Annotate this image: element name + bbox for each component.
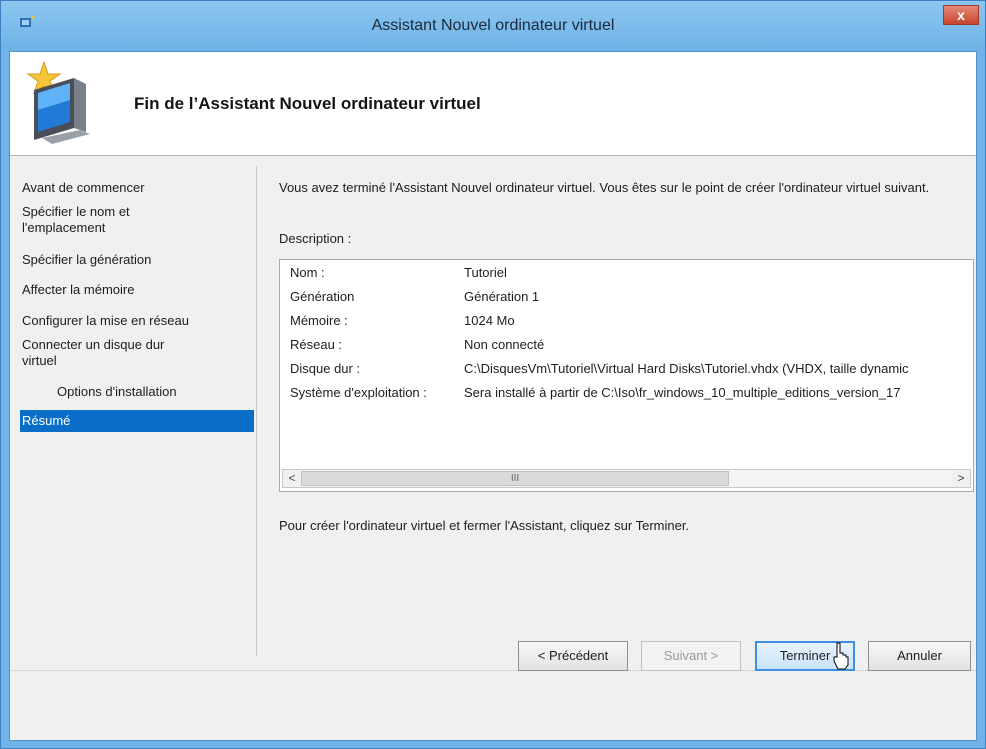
next-button[interactable]: Suivant > [641, 641, 741, 671]
summary-list[interactable]: Nom : Tutoriel Génération Génération 1 M… [279, 259, 974, 492]
summary-value: Génération 1 [464, 289, 540, 304]
summary-value: C:\DisquesVm\Tutoriel\Virtual Hard Disks… [464, 361, 909, 376]
step-resume[interactable]: Résumé [20, 410, 254, 432]
summary-key: Mémoire : [290, 313, 348, 328]
new-virtual-machine-icon [26, 60, 90, 144]
step-memoire[interactable]: Affecter la mémoire [22, 282, 254, 298]
wizard-body: Fin de l’Assistant Nouvel ordinateur vir… [9, 51, 977, 741]
finish-note: Pour créer l'ordinateur virtuel et ferme… [279, 518, 690, 533]
summary-key: Génération [290, 289, 355, 304]
summary-value: Sera installé à partir de C:\Iso\fr_wind… [464, 385, 901, 400]
intro-text: Vous avez terminé l'Assistant Nouvel ord… [279, 180, 930, 195]
chevron-left-icon: < [288, 471, 296, 485]
step-disque-dur[interactable]: Connecter un disque dur virtuel [22, 337, 254, 369]
window-title: Assistant Nouvel ordinateur virtuel [371, 17, 615, 34]
summary-value: 1024 Mo [464, 313, 515, 328]
mouse-pointer-icon [833, 642, 849, 670]
close-button[interactable]: x [943, 5, 979, 25]
description-label: Description : [279, 231, 352, 246]
summary-value: Non connecté [464, 337, 545, 352]
step-generation[interactable]: Spécifier la génération [22, 252, 254, 268]
page-title: Fin de l’Assistant Nouvel ordinateur vir… [134, 94, 481, 113]
step-options-installation[interactable]: Options d'installation [57, 384, 289, 400]
summary-key: Système d'exploitation : [290, 385, 427, 400]
scroll-left-button[interactable]: < [283, 470, 301, 487]
step-reseau[interactable]: Configurer la mise en réseau [22, 313, 254, 329]
summary-value: Tutoriel [464, 265, 507, 280]
chevron-right-icon: > [957, 471, 965, 485]
wizard-steps: Avant de commencer Spécifier le nom et l… [10, 156, 256, 679]
summary-key: Nom : [290, 265, 325, 280]
grip-icon: III [510, 473, 520, 484]
scroll-right-button[interactable]: > [952, 470, 970, 487]
step-avant-de-commencer[interactable]: Avant de commencer [22, 180, 254, 196]
title-bar[interactable]: Assistant Nouvel ordinateur virtuel x [1, 1, 985, 51]
cancel-button[interactable]: Annuler [868, 641, 971, 671]
nav-divider [256, 166, 257, 656]
step-nom-emplacement[interactable]: Spécifier le nom et l'emplacement [22, 204, 254, 236]
wizard-window: Assistant Nouvel ordinateur virtuel x Fi… [0, 0, 986, 749]
summary-key: Réseau : [290, 337, 343, 352]
wizard-header: Fin de l’Assistant Nouvel ordinateur vir… [10, 52, 976, 156]
scroll-thumb[interactable]: III [301, 471, 729, 486]
summary-key: Disque dur : [290, 361, 361, 376]
horizontal-scrollbar[interactable]: < III > [282, 469, 971, 488]
close-icon: x [957, 7, 965, 23]
previous-button[interactable]: < Précédent [518, 641, 628, 671]
